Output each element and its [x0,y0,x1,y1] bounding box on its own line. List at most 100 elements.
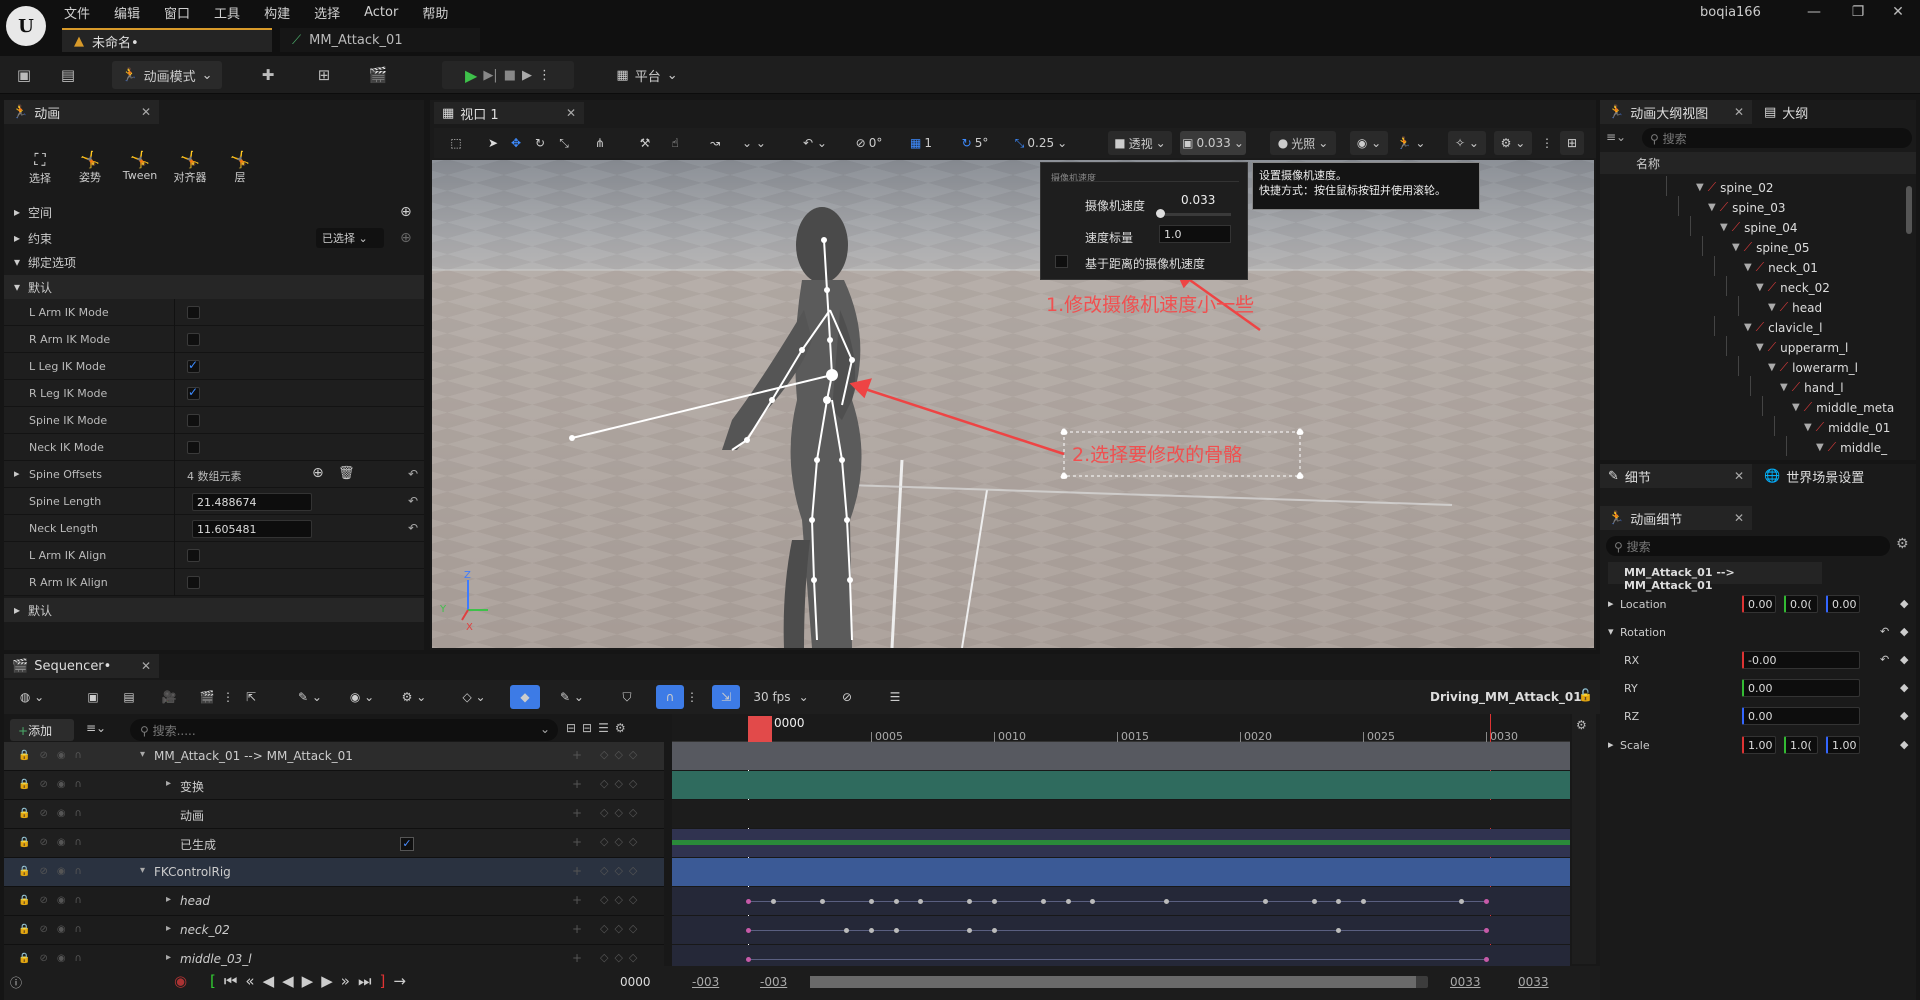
details-tab[interactable]: ✎ 细节 ✕ [1600,464,1752,488]
add-key-icon[interactable]: + [572,806,582,820]
current-frame-readout[interactable]: 0000 [620,975,651,989]
info-icon[interactable]: ⓘ [10,974,22,991]
grid-snap-button[interactable]: ▦ 1 [898,131,944,155]
chevron-right-icon[interactable]: ▸ [1608,738,1614,751]
select-mode-icon[interactable]: ⬚ [442,131,470,155]
pivot-icon[interactable]: ⋔ [590,131,610,155]
key-nav-icons[interactable]: ◇◇◇ [600,951,643,964]
property-checkbox[interactable] [187,306,200,319]
column-header-name[interactable]: 名称 [1600,152,1916,174]
track-state-icons[interactable]: 🔒⊘◉∩ [18,750,91,761]
rotation-rz-input[interactable]: 0.00 [1742,707,1860,725]
track-state-icons[interactable]: 🔒⊘◉∩ [18,779,91,790]
doc-tab-asset[interactable]: ⟋ MM_Attack_01 [280,28,480,52]
property-checkbox[interactable] [187,576,200,589]
lock-icon[interactable]: 🔓 [1578,688,1593,702]
key-nav-icons[interactable]: ◇◇◇ [600,893,643,906]
track-row[interactable]: 🔒⊘◉∩ 已生成 ✓ ◇◇◇ + [4,829,664,858]
key-icon[interactable]: ◆ [1900,597,1908,610]
keyframe[interactable] [992,928,997,933]
menu-edit[interactable]: 编辑 [114,3,140,22]
sequencer-tab[interactable]: 🎬 Sequencer• ✕ [4,654,159,678]
key-nav-icons[interactable]: ◇◇◇ [600,777,643,790]
add-key-icon[interactable]: + [572,893,582,907]
track-row[interactable]: 🔒⊘◉∩ ▸ neck_02 ◇◇◇ + [4,916,664,945]
add-key-icon[interactable]: + [572,835,582,849]
view-start-input[interactable]: -003 [692,975,719,989]
property-checkbox[interactable] [187,385,200,400]
playhead-marker[interactable] [748,716,772,742]
property-checkbox[interactable] [187,333,200,346]
timeline-settings-icon[interactable]: ⚙ [1576,718,1587,732]
effects-icon[interactable]: ✧ ⌄ [1448,131,1486,155]
chevron-down-icon[interactable]: ▼ [1708,202,1716,213]
section-default-2[interactable]: ▸ 默认 [4,598,424,622]
jump-start-icon[interactable]: ⏮ [224,972,246,990]
lit-dropdown[interactable]: ● 光照 ⌄ [1270,131,1336,155]
timeline-lane[interactable] [672,800,1570,828]
render-icon[interactable]: 🎥 [158,685,180,709]
add-key-icon[interactable]: + [572,864,582,878]
bone-tree-item[interactable]: ▼ ⟋ head [1768,300,1822,315]
add-key-icon[interactable]: + [572,922,582,936]
key-interp-icon[interactable]: ◇ ⌄ [456,685,492,709]
start-bracket-icon[interactable]: [ [210,972,224,990]
scalar-input[interactable]: 1.0 [1159,225,1231,243]
bone-tree-item[interactable]: ▼ ⟋ middle_ [1816,440,1887,455]
settings-icon[interactable]: ⚙ ⌄ [1494,131,1532,155]
bone-tree-item[interactable]: ▼ ⟋ hand_l [1780,380,1844,395]
anim-outliner-tab[interactable]: 🏃 动画大纲视图 ✕ [1600,100,1752,124]
key-icon[interactable]: ◆ [1900,681,1908,694]
track-state-icons[interactable]: 🔒⊘◉∩ [18,924,91,935]
view-end-input[interactable]: 0033 [1518,975,1549,989]
eject-icon[interactable]: ▶ [522,68,532,83]
settings-icon[interactable]: ⚙ [1896,536,1909,552]
keyframe[interactable] [746,957,751,962]
stop-icon[interactable]: ■ [504,68,516,83]
surface-snap-button[interactable]: ⊘ 0° [846,131,892,155]
property-number-input[interactable]: 21.488674 [192,493,312,511]
clapboard-icon[interactable]: 🎬 [196,685,218,709]
chevron-right-icon[interactable]: ▸ [166,894,171,905]
add-icon[interactable]: ⊕ [400,230,412,246]
anim-details-tab[interactable]: 🏃 动画细节 ✕ [1600,506,1752,530]
chevron-right-icon[interactable]: ▸ [166,923,171,934]
section-default[interactable]: ▾ 默认 [4,275,424,299]
scale-y-input[interactable]: 1.0( [1784,736,1818,754]
more-icon[interactable]: ⋮ [538,68,551,83]
filter-key-icon[interactable]: ⛉ [616,685,638,709]
reset-icon[interactable]: ↶ [408,467,418,481]
vertex-icon[interactable]: ⌄ ⌄ [734,131,774,155]
playback-options-icon[interactable]: ⚙ ⌄ [396,685,432,709]
keyframe[interactable] [770,899,776,904]
outliner-tab[interactable]: ▤ 大纲 [1756,100,1866,124]
chevron-down-icon[interactable]: ▼ [1744,262,1752,273]
bone-tree-item[interactable]: ▼ ⟋ neck_02 [1756,280,1830,295]
snap-frame-icon[interactable]: ⇲ [712,685,740,709]
menu-actor[interactable]: Actor [364,5,398,20]
camera-speed-dropdown[interactable]: ▣ 0.033 ⌄ [1180,131,1246,155]
close-icon[interactable]: ✕ [1734,469,1744,483]
reset-icon[interactable]: ↶ [408,494,418,508]
keyframe[interactable] [1361,899,1366,904]
viewport-tab[interactable]: ▦ 视口 1 ✕ [434,102,584,124]
unreal-logo[interactable]: U [6,6,46,46]
add-key-icon[interactable]: + [572,748,582,762]
add-key-icon[interactable]: + [572,951,582,965]
section-binding[interactable]: ▾ 绑定选项 [4,250,424,274]
timeline-lane[interactable] [672,829,1570,857]
constraint-dropdown[interactable]: 已选择 ⌄ [316,228,384,248]
save-icon[interactable]: ▣ [12,64,36,86]
scale-z-input[interactable]: 1.00 [1826,736,1860,754]
track-view-icons[interactable]: ⊟⊟☰⚙ [566,721,632,735]
bone-tree-item[interactable]: ▼ ⟋ clavicle_l [1744,320,1822,335]
chevron-right-icon[interactable]: ▸ [166,778,171,789]
scale-snap-button[interactable]: ⤡ 0.25 ⌄ [1010,131,1072,155]
bone-tree-item[interactable]: ▼ ⟋ upperarm_l [1756,340,1848,355]
viewport-3d[interactable]: 1.修改摄像机速度小一些 2.选择要修改的骨骼 Z Y X [432,160,1594,648]
keyframe[interactable] [1484,899,1489,904]
chevron-down-icon[interactable]: ▼ [1732,242,1740,253]
loop-icon[interactable]: → [393,972,414,990]
keyframe[interactable] [1484,928,1489,933]
key-nav-icons[interactable]: ◇◇◇ [600,864,643,877]
